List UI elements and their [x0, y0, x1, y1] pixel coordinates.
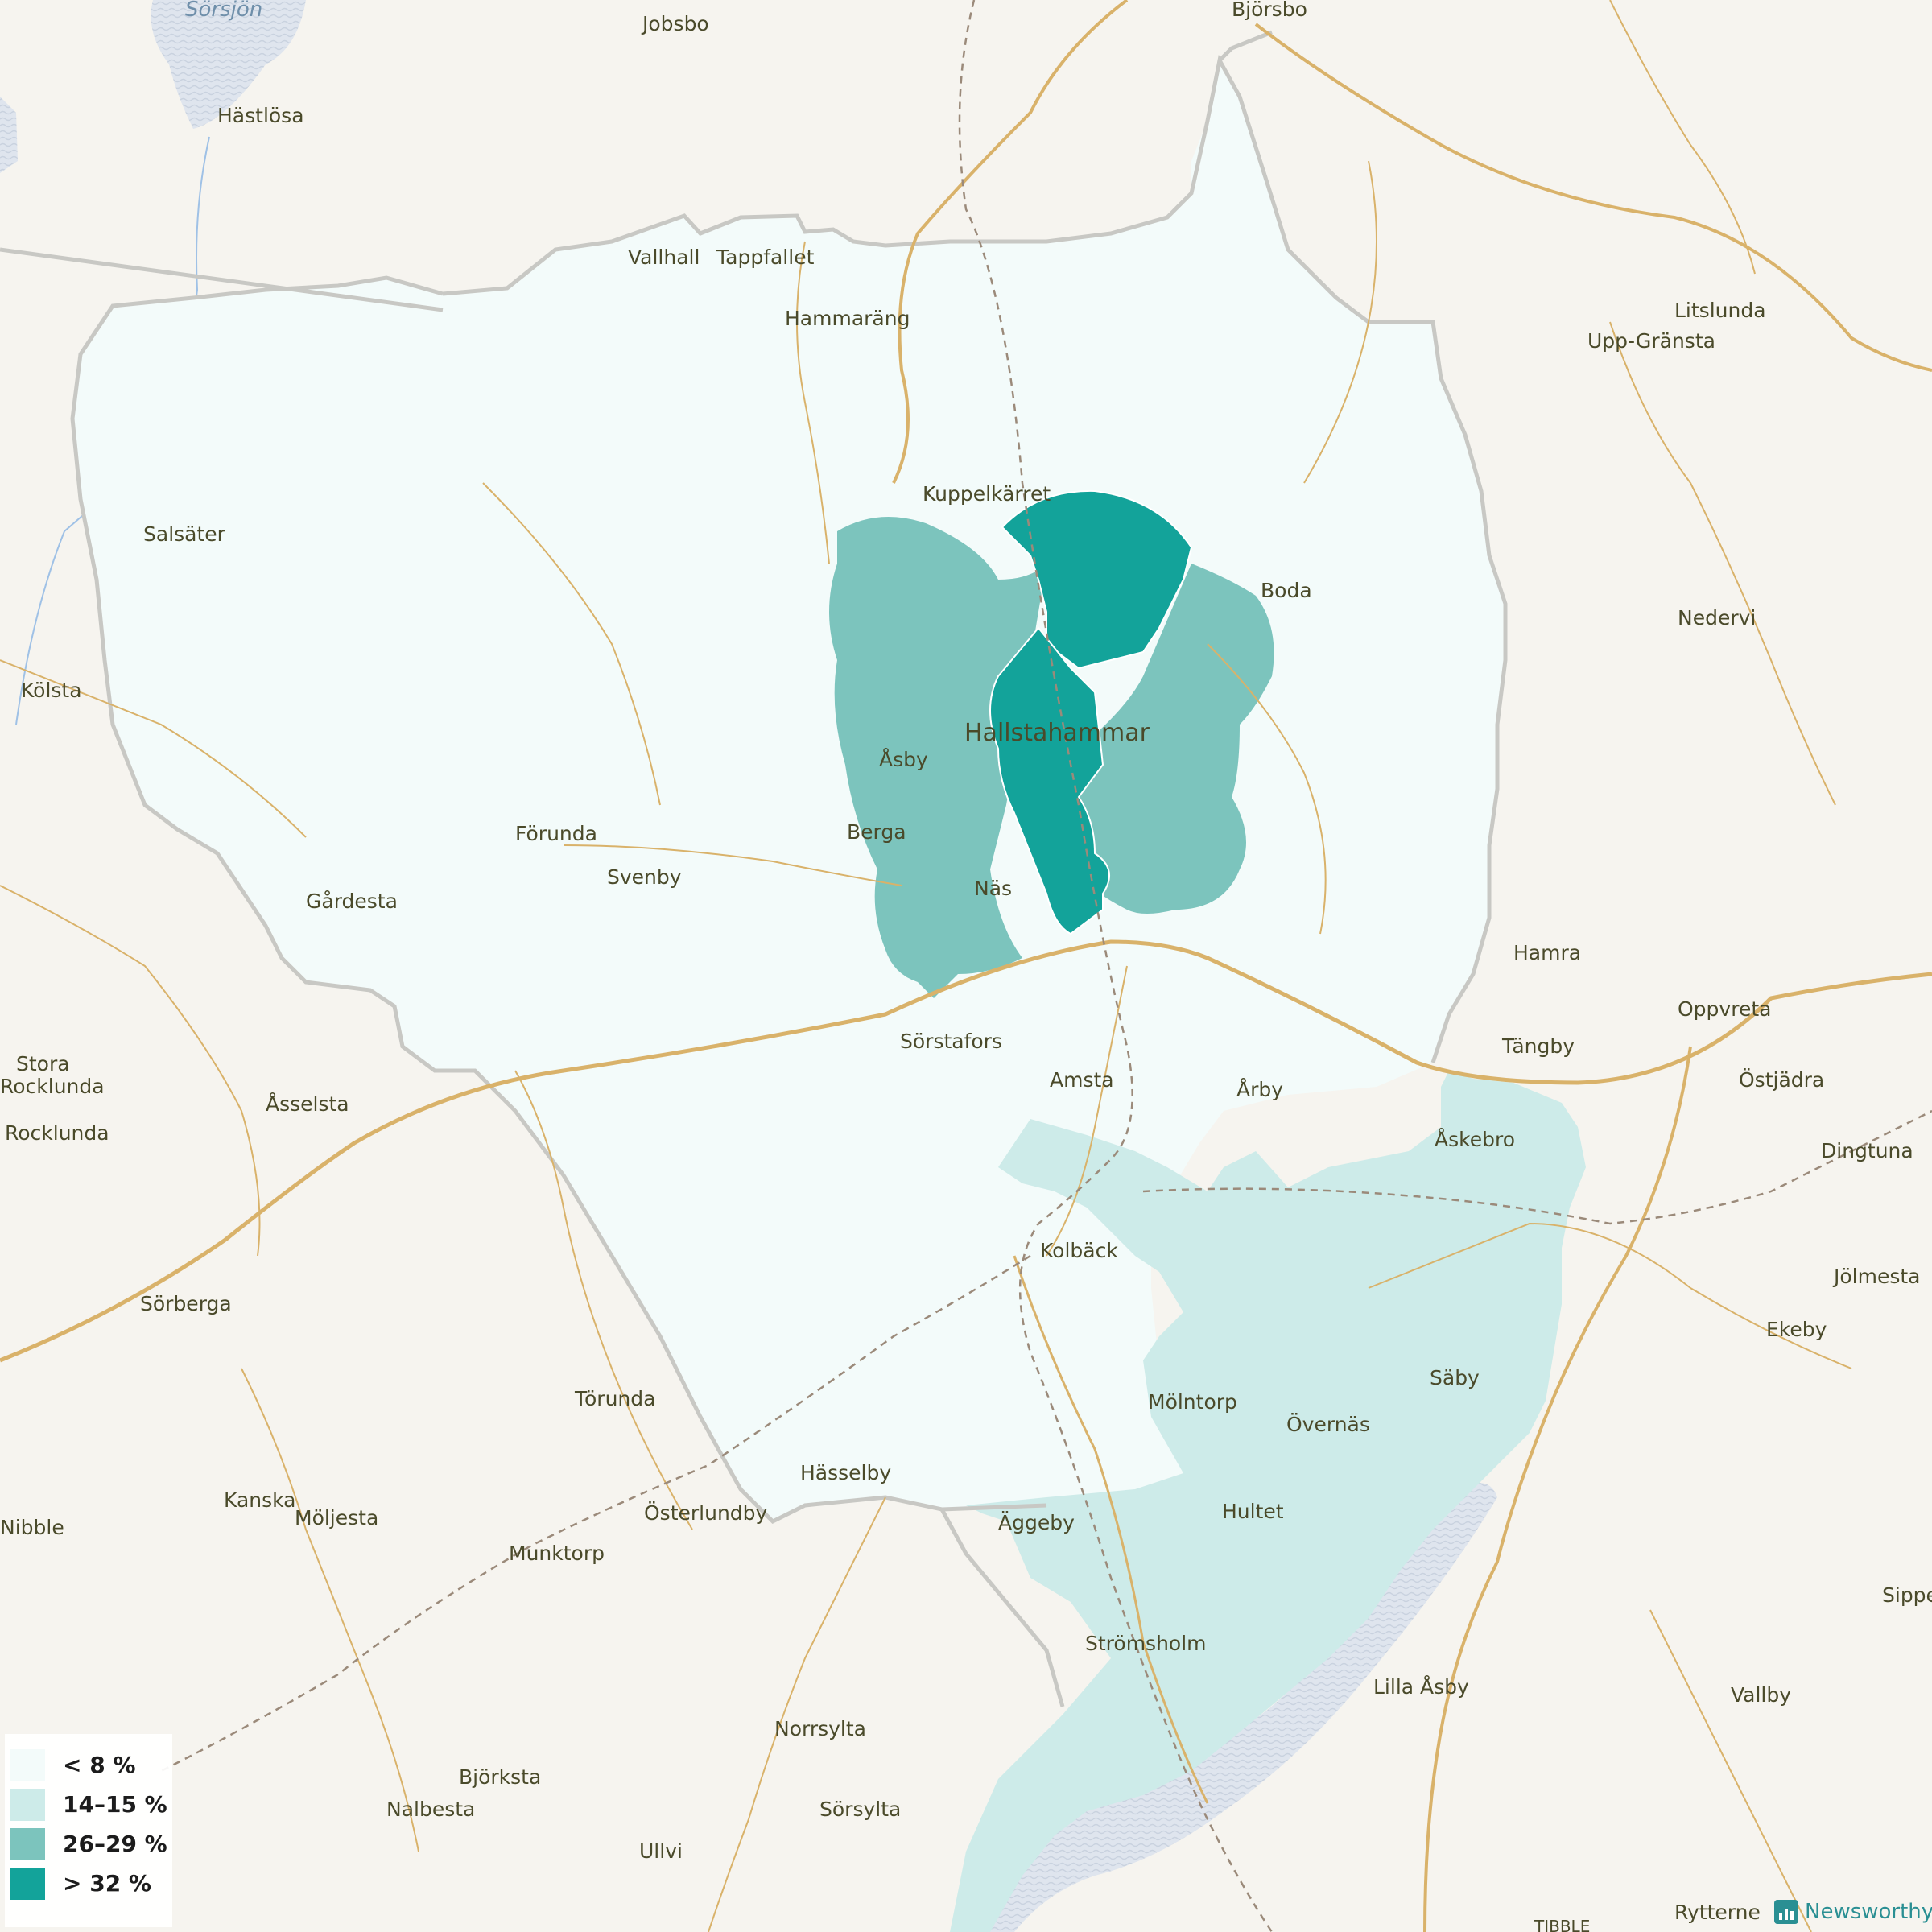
- legend-swatch-gt-32: [10, 1867, 45, 1900]
- label-saby: Säby: [1430, 1366, 1480, 1389]
- label-torunda: Törunda: [574, 1387, 655, 1410]
- label-rytterne: Rytterne: [1674, 1901, 1761, 1924]
- map-legend: < 8 % 14–15 % 26–29 % > 32 %: [5, 1734, 172, 1927]
- label-bjorsbo: Björsbo: [1232, 0, 1307, 21]
- label-jobsbo: Jobsbo: [641, 12, 709, 35]
- legend-swatch-14-15: [10, 1788, 45, 1821]
- label-stora: Stora: [16, 1052, 70, 1075]
- label-hammarang: Hammaräng: [785, 307, 910, 330]
- label-norrsylta: Norrsylta: [774, 1717, 866, 1740]
- label-vallby: Vallby: [1731, 1683, 1791, 1707]
- label-sorsjon: Sörsjön: [185, 0, 262, 22]
- bar-chart-icon: [1774, 1900, 1798, 1924]
- label-forunda: Förunda: [515, 822, 597, 845]
- label-vallhall: Vallhall: [628, 246, 700, 269]
- label-nedervi: Nedervi: [1678, 606, 1756, 630]
- label-sorsylta: Sörsylta: [819, 1798, 901, 1821]
- label-sorberga: Sörberga: [140, 1292, 232, 1315]
- label-jolmesta: Jölmesta: [1832, 1265, 1921, 1288]
- label-ullvi: Ullvi: [639, 1839, 683, 1863]
- legend-label-14-15: 14–15 %: [63, 1791, 167, 1818]
- legend-item-14-15: 14–15 %: [5, 1785, 172, 1824]
- label-stromsholm: Strömsholm: [1085, 1632, 1207, 1655]
- label-nalbesta: Nalbesta: [386, 1798, 475, 1821]
- label-overnas: Övernäs: [1286, 1413, 1370, 1436]
- label-kanska: Kanska: [224, 1488, 296, 1512]
- label-boda: Boda: [1261, 579, 1312, 602]
- label-asby: Åsby: [879, 748, 928, 771]
- newsworthy-logo[interactable]: Newsworthy: [1774, 1900, 1932, 1924]
- label-hasselby: Hässelby: [800, 1461, 891, 1484]
- legend-item-26-29: 26–29 %: [5, 1824, 172, 1864]
- legend-item-gt-32: > 32 %: [5, 1864, 172, 1903]
- label-tappfallet: Tappfallet: [716, 246, 815, 269]
- label-molntorp: Mölntorp: [1148, 1390, 1237, 1414]
- label-hamra: Hamra: [1513, 941, 1581, 964]
- label-ekeby: Ekeby: [1766, 1318, 1827, 1341]
- brand-name: Newsworthy: [1805, 1900, 1932, 1924]
- label-tangby: Tängby: [1501, 1034, 1575, 1058]
- label-rocklunda-2: Rocklunda: [5, 1121, 109, 1145]
- label-berga: Berga: [847, 820, 906, 844]
- legend-label-lt-8: < 8 %: [63, 1752, 136, 1778]
- legend-label-gt-32: > 32 %: [63, 1870, 151, 1897]
- label-ostjadra: Östjädra: [1739, 1068, 1824, 1092]
- label-kuppelkarret: Kuppelkärret: [923, 482, 1051, 506]
- label-hultet: Hultet: [1222, 1500, 1284, 1523]
- label-aggeby: Äggeby: [998, 1511, 1075, 1534]
- label-askebro: Åskebro: [1435, 1128, 1515, 1151]
- label-bjorksta: Björksta: [459, 1765, 541, 1789]
- label-hastlosa: Hästlösa: [217, 104, 304, 127]
- legend-swatch-26-29: [10, 1827, 45, 1860]
- label-osterlundby: Österlundby: [644, 1501, 768, 1525]
- label-svenby: Svenby: [607, 865, 682, 889]
- label-hallstahammar: Hallstahammar: [964, 719, 1150, 747]
- label-kolback: Kolbäck: [1040, 1239, 1118, 1262]
- label-sippe: Sippe: [1882, 1583, 1932, 1607]
- label-nas: Näs: [974, 877, 1012, 900]
- label-munktorp: Munktorp: [509, 1542, 605, 1565]
- label-arby: Årby: [1236, 1078, 1283, 1101]
- label-nibble: Nibble: [0, 1516, 64, 1539]
- legend-label-26-29: 26–29 %: [63, 1831, 167, 1857]
- label-lilla-asby: Lilla Åsby: [1373, 1675, 1469, 1699]
- label-salsater: Salsäter: [143, 522, 226, 546]
- legend-swatch-lt-8: [10, 1748, 45, 1781]
- label-gardesta: Gårdesta: [306, 890, 398, 913]
- label-dingtuna: Dingtuna: [1821, 1139, 1913, 1162]
- label-tibble: TIBBLE: [1534, 1917, 1590, 1932]
- label-moljesta: Möljesta: [295, 1506, 378, 1530]
- label-litslunda: Litslunda: [1674, 299, 1766, 322]
- choropleth-map: Sörsjön Jobsbo Björsbo Hästlösa Vallhall…: [0, 0, 1932, 1932]
- label-oppvreta: Oppvreta: [1678, 997, 1771, 1021]
- label-kolsta: Kölsta: [21, 679, 82, 702]
- label-upp-gransta: Upp-Gränsta: [1587, 329, 1715, 353]
- label-asselsta: Åsselsta: [266, 1092, 349, 1116]
- label-sorstafors: Sörstafors: [900, 1030, 1002, 1053]
- label-rocklunda: Rocklunda: [0, 1075, 105, 1098]
- label-amsta: Amsta: [1050, 1068, 1114, 1092]
- legend-item-lt-8: < 8 %: [5, 1745, 172, 1785]
